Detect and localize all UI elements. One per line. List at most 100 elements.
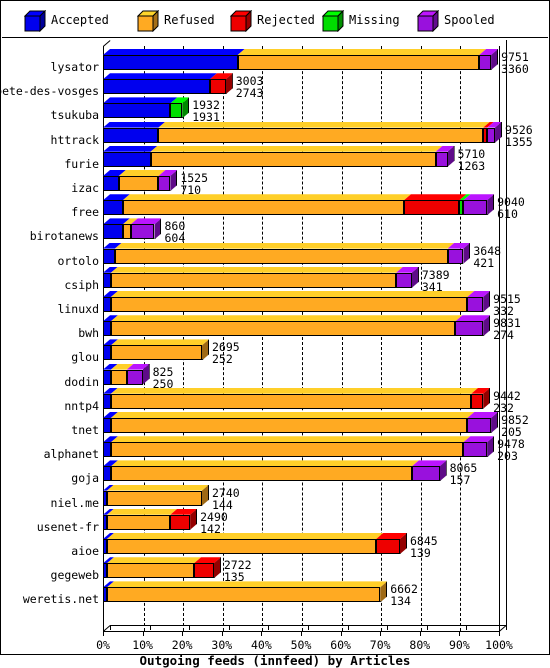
y-axis-label: niel.me [50, 495, 99, 510]
y-axis-label: free [71, 205, 99, 220]
x-axis-tick [340, 631, 342, 636]
bar-segment-refused [110, 345, 202, 361]
bar-segment-refused [110, 321, 456, 337]
bar-row: 1525 710 [103, 170, 548, 196]
legend-item-missing: Missing [321, 9, 400, 32]
bar-segment-refused [110, 297, 468, 312]
y-axis-label: nntp4 [64, 398, 99, 413]
bar-segment-accepted [103, 272, 111, 288]
bar-total-value: 2740 [212, 485, 240, 500]
y-axis-label: bete-des-vosges [0, 84, 99, 99]
x-axis-tick [142, 631, 144, 636]
bar-segment-accepted [103, 127, 159, 143]
y-axis-label: usenet-fr [36, 519, 99, 534]
bar-total-value: 9526 [505, 122, 533, 137]
bar-row: 2490 142 [103, 509, 548, 535]
legend-cube-icon [321, 9, 345, 32]
bar-segment-refused [110, 272, 397, 288]
bar-segment-accepted [103, 369, 111, 385]
bar-value-labels: 7389 341 [422, 269, 450, 293]
bar-segment-accepted [103, 103, 171, 119]
legend-cube-icon [229, 9, 253, 32]
x-axis-tick-label: 50% [290, 638, 312, 652]
y-axis-label: izac [71, 181, 99, 195]
x-axis-tick [221, 631, 223, 636]
bar-value-labels: 6662 134 [390, 583, 418, 607]
bar-segment-accepted [103, 345, 111, 361]
bar-segment-refused [110, 393, 472, 409]
y-axis-label: lysator [50, 60, 99, 74]
bar-value-labels: 5710 1263 [458, 148, 486, 172]
y-axis-label: dodin [64, 374, 99, 389]
x-axis-tick [301, 631, 302, 636]
bar-total-value: 5710 [457, 146, 486, 161]
bar-second-value: 134 [390, 594, 411, 609]
bar-row: 3003 2743 [103, 73, 548, 99]
bar-segment-spooled [479, 55, 492, 70]
bar-total-value: 9442 [493, 388, 521, 403]
legend-cube-icon [416, 9, 440, 32]
y-axis-label: weretis.net [22, 592, 99, 607]
bar-segment-accepted [103, 224, 123, 240]
chart-legend: Accepted Refused Rejected Missing Spooled [2, 2, 548, 38]
bar-segment-missing [170, 103, 183, 119]
bar-segment-refused [110, 418, 468, 433]
y-axis-label: bwh [78, 326, 99, 341]
x-axis-tick-back [149, 625, 151, 630]
x-axis-tick [459, 631, 461, 636]
bar-segment-refused [106, 563, 195, 579]
x-axis-tick-back [189, 625, 191, 630]
bar-segment-accepted [103, 79, 210, 95]
bar-row: 6845 139 [103, 533, 548, 559]
bar-segment-refused [122, 200, 404, 216]
y-axis-label: tsukuba [50, 108, 99, 123]
bar-value-labels: 6845 139 [410, 535, 438, 559]
x-axis-tick-label: 20% [171, 638, 193, 652]
bar-segment-spooled [130, 224, 155, 240]
legend-item-refused: Refused [136, 9, 215, 32]
bar-value-labels: 9478 203 [497, 438, 525, 462]
bar-segment-rejected [403, 200, 460, 216]
x-axis-tick-back [347, 625, 349, 630]
bar-segment-accepted [103, 200, 123, 216]
legend-label: Missing [349, 12, 400, 27]
bar-row: 9751 3360 [103, 49, 548, 75]
x-axis-tick-label: 30% [211, 638, 233, 652]
bar-row: 5710 1263 [103, 146, 548, 172]
y-axis-label: csiph [64, 277, 99, 292]
x-axis-title: Outgoing feeds (innfeed) by Articles [139, 653, 411, 668]
bar-segment-refused [106, 490, 202, 506]
x-axis-tick-label: 10% [132, 638, 153, 652]
bar-row: 9526 1355 [103, 122, 548, 148]
bar-value-labels: 860 604 [164, 220, 185, 244]
legend-label: Spooled [444, 12, 495, 27]
legend-cube-icon [136, 9, 160, 32]
bar-row: 2722 135 [103, 557, 548, 583]
bar-value-labels: 9442 232 [493, 390, 521, 414]
bar-segment-refused [118, 176, 159, 191]
bar-segment-spooled [487, 127, 496, 143]
bar-total-value: 2490 [200, 509, 228, 524]
bar-value-labels: 9040 610 [497, 196, 525, 220]
legend-label: Refused [164, 12, 215, 27]
bar-row: 8065 157 [103, 460, 548, 486]
bar-segment-accepted [103, 176, 119, 191]
bar-segment-spooled [467, 297, 484, 312]
y-axis-label: aioe [71, 544, 99, 558]
bar-segment-refused [106, 539, 377, 554]
bar-segment-refused [158, 127, 484, 143]
x-axis-tick-back [466, 625, 468, 630]
y-axis-label: gegeweb [50, 568, 99, 583]
bar-segment-refused [150, 151, 436, 167]
bar-segment-refused [106, 514, 171, 530]
bar-value-labels: 3648 421 [473, 245, 501, 269]
bar-segment-spooled [396, 272, 412, 288]
y-axis-label: linuxd [57, 302, 99, 316]
bar-segment-rejected [376, 539, 400, 554]
bar-segment-accepted [103, 248, 115, 264]
bar-row: 860 604 [103, 218, 548, 244]
x-axis-tick-back [308, 625, 309, 630]
bar-segment-accepted [103, 393, 111, 409]
bar-value-labels: 1525 710 [180, 172, 208, 196]
bar-value-labels: 2722 135 [224, 559, 252, 583]
